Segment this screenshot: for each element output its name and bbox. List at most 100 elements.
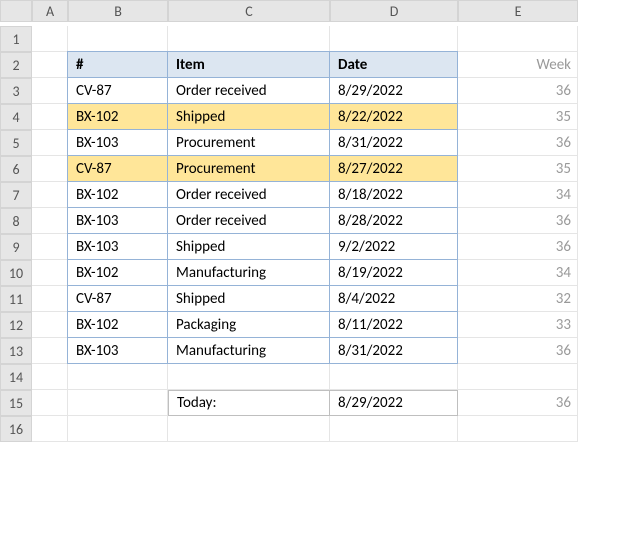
empty-cell[interactable] [168, 364, 330, 390]
table-cell-date[interactable]: 8/31/2022 [329, 129, 458, 156]
empty-cell[interactable] [32, 338, 68, 364]
empty-cell[interactable] [458, 26, 578, 52]
select-all-corner[interactable] [0, 0, 32, 22]
table-cell-date[interactable]: 9/2/2022 [329, 233, 458, 260]
empty-cell[interactable] [330, 26, 458, 52]
table-cell-num[interactable]: BX-102 [67, 259, 168, 286]
row-header-8[interactable]: 8 [0, 208, 32, 234]
table-cell-date[interactable]: 8/18/2022 [329, 181, 458, 208]
row-header-14[interactable]: 14 [0, 364, 32, 390]
row-header-6[interactable]: 6 [0, 156, 32, 182]
week-header: Week [458, 52, 578, 78]
empty-cell[interactable] [32, 26, 68, 52]
column-header-a[interactable]: A [32, 0, 68, 22]
week-value: 34 [458, 182, 578, 208]
empty-cell[interactable] [68, 390, 168, 416]
column-header-d[interactable]: D [330, 0, 458, 22]
table-cell-num[interactable]: BX-103 [67, 129, 168, 156]
empty-cell[interactable] [68, 364, 168, 390]
row-header-2[interactable]: 2 [0, 52, 32, 78]
empty-cell[interactable] [32, 416, 68, 442]
row-header-3[interactable]: 3 [0, 78, 32, 104]
table-cell-item[interactable]: Shipped [167, 233, 330, 260]
table-cell-date[interactable]: 8/29/2022 [329, 77, 458, 104]
table-cell-date[interactable]: 8/11/2022 [329, 311, 458, 338]
table-cell-item[interactable]: Manufacturing [167, 259, 330, 286]
table-cell-item[interactable]: Manufacturing [167, 337, 330, 364]
empty-cell[interactable] [68, 416, 168, 442]
week-value: 36 [458, 208, 578, 234]
table-cell-date[interactable]: 8/28/2022 [329, 207, 458, 234]
table-cell-date[interactable]: 8/19/2022 [329, 259, 458, 286]
table-cell-num[interactable]: BX-103 [67, 207, 168, 234]
empty-cell[interactable] [32, 390, 68, 416]
table-cell-date[interactable]: 8/4/2022 [329, 285, 458, 312]
row-header-15[interactable]: 15 [0, 390, 32, 416]
column-header-b[interactable]: B [68, 0, 168, 22]
empty-cell[interactable] [168, 416, 330, 442]
empty-cell[interactable] [32, 364, 68, 390]
week-value: 36 [458, 234, 578, 260]
week-value: 32 [458, 286, 578, 312]
empty-cell[interactable] [32, 52, 68, 78]
week-value: 33 [458, 312, 578, 338]
table-cell-num[interactable]: CV-87 [67, 77, 168, 104]
empty-cell[interactable] [32, 78, 68, 104]
empty-cell[interactable] [32, 104, 68, 130]
row-header-10[interactable]: 10 [0, 260, 32, 286]
spreadsheet[interactable]: ABCDE12#ItemDateWeek3CV-87Order received… [0, 0, 621, 543]
week-value: 34 [458, 260, 578, 286]
row-header-4[interactable]: 4 [0, 104, 32, 130]
table-cell-date[interactable]: 8/22/2022 [329, 103, 458, 130]
column-header-e[interactable]: E [458, 0, 578, 22]
row-header-11[interactable]: 11 [0, 286, 32, 312]
row-header-13[interactable]: 13 [0, 338, 32, 364]
table-cell-item[interactable]: Packaging [167, 311, 330, 338]
table-cell-num[interactable]: CV-87 [67, 155, 168, 182]
empty-cell[interactable] [330, 364, 458, 390]
empty-cell[interactable] [458, 416, 578, 442]
empty-cell[interactable] [32, 208, 68, 234]
table-header-num: # [67, 51, 168, 78]
week-value: 36 [458, 338, 578, 364]
row-header-9[interactable]: 9 [0, 234, 32, 260]
table-cell-item[interactable]: Shipped [167, 103, 330, 130]
table-cell-date[interactable]: 8/31/2022 [329, 337, 458, 364]
empty-cell[interactable] [168, 26, 330, 52]
empty-cell[interactable] [32, 156, 68, 182]
table-cell-num[interactable]: CV-87 [67, 285, 168, 312]
today-date: 8/29/2022 [329, 390, 458, 416]
table-cell-item[interactable]: Order received [167, 181, 330, 208]
table-cell-num[interactable]: BX-103 [67, 337, 168, 364]
week-value: 36 [458, 78, 578, 104]
table-cell-date[interactable]: 8/27/2022 [329, 155, 458, 182]
column-header-c[interactable]: C [168, 0, 330, 22]
empty-cell[interactable] [32, 312, 68, 338]
empty-cell[interactable] [32, 182, 68, 208]
table-cell-num[interactable]: BX-102 [67, 311, 168, 338]
table-cell-num[interactable]: BX-103 [67, 233, 168, 260]
table-cell-num[interactable]: BX-102 [67, 103, 168, 130]
week-value: 35 [458, 104, 578, 130]
empty-cell[interactable] [458, 364, 578, 390]
empty-cell[interactable] [32, 234, 68, 260]
week-value: 36 [458, 130, 578, 156]
table-cell-num[interactable]: BX-102 [67, 181, 168, 208]
empty-cell[interactable] [32, 260, 68, 286]
row-header-7[interactable]: 7 [0, 182, 32, 208]
table-cell-item[interactable]: Order received [167, 207, 330, 234]
empty-cell[interactable] [32, 286, 68, 312]
today-label: Today: [168, 390, 330, 416]
row-header-16[interactable]: 16 [0, 416, 32, 442]
empty-cell[interactable] [32, 130, 68, 156]
table-cell-item[interactable]: Shipped [167, 285, 330, 312]
table-cell-item[interactable]: Procurement [167, 155, 330, 182]
table-cell-item[interactable]: Order received [167, 77, 330, 104]
empty-cell[interactable] [330, 416, 458, 442]
table-header-item: Item [167, 51, 330, 78]
table-cell-item[interactable]: Procurement [167, 129, 330, 156]
row-header-5[interactable]: 5 [0, 130, 32, 156]
empty-cell[interactable] [68, 26, 168, 52]
row-header-12[interactable]: 12 [0, 312, 32, 338]
row-header-1[interactable]: 1 [0, 26, 32, 52]
